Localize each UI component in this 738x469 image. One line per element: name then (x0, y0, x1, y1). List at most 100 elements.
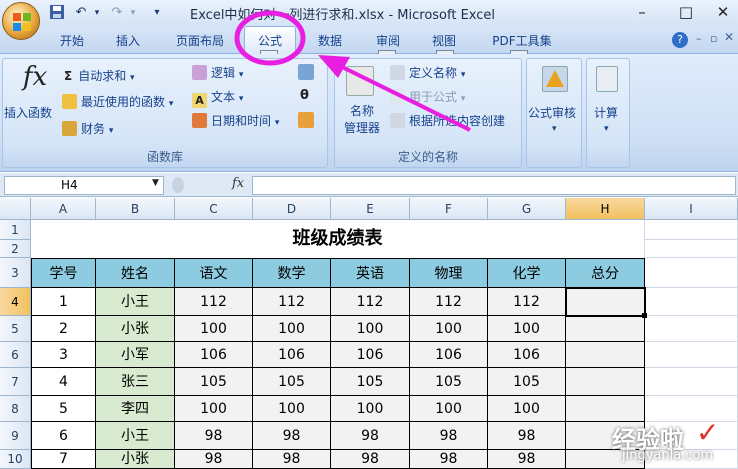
table-cell[interactable]: 112 (253, 288, 331, 316)
table-cell[interactable]: 100 (488, 396, 566, 422)
table-cell[interactable]: 7 (31, 450, 96, 469)
create-from-selection-button[interactable]: 根据所选内容创建 (390, 112, 505, 129)
table-cell[interactable] (566, 342, 645, 368)
column-header-f[interactable]: F (410, 198, 488, 220)
autosum-button[interactable]: Σ 自动求和 ▾ (64, 67, 135, 84)
column-header-a[interactable]: A (31, 198, 96, 220)
table-cell[interactable]: 李四 (96, 396, 175, 422)
table-cell[interactable]: 98 (253, 422, 331, 450)
formula-auditing-button[interactable]: 公式审核 (528, 104, 576, 121)
table-cell[interactable]: 106 (488, 342, 566, 368)
table-cell[interactable]: 2 (31, 316, 96, 342)
datetime-button[interactable]: 日期和时间 ▾ (192, 112, 279, 129)
ribbon-close-icon[interactable]: ✕ (724, 30, 734, 44)
table-cell[interactable]: 4 (31, 368, 96, 396)
office-button[interactable] (2, 2, 40, 40)
column-header-g[interactable]: G (488, 198, 566, 220)
column-header-d[interactable]: D (253, 198, 331, 220)
empty-cell[interactable] (645, 220, 738, 240)
empty-cell[interactable] (645, 368, 738, 396)
table-cell[interactable]: 6 (31, 422, 96, 450)
row-header-6[interactable]: 6 (0, 342, 31, 368)
table-cell[interactable]: 106 (175, 342, 253, 368)
table-cell[interactable]: 98 (175, 422, 253, 450)
table-cell[interactable]: 106 (410, 342, 488, 368)
table-cell[interactable]: 98 (331, 422, 410, 450)
table-cell[interactable]: 小张 (96, 450, 175, 469)
redo-dropdown-icon[interactable]: ▾ (124, 4, 142, 22)
name-box[interactable]: H4 (4, 176, 164, 195)
table-cell[interactable]: 105 (175, 368, 253, 396)
row-header-4[interactable]: 4 (0, 288, 31, 316)
table-cell[interactable]: 105 (410, 368, 488, 396)
math-trig-icon[interactable]: θ (300, 88, 314, 104)
minimize-button[interactable]: – (622, 1, 662, 23)
tab-view[interactable]: 视图 (422, 30, 466, 52)
tab-home[interactable]: 开始 (50, 30, 94, 52)
table-cell[interactable]: 98 (331, 450, 410, 469)
column-header-c[interactable]: C (175, 198, 253, 220)
table-cell[interactable]: 112 (488, 288, 566, 316)
sheet-title[interactable]: 班级成绩表 (31, 220, 645, 258)
name-manager-button[interactable]: 名称 管理器 (344, 103, 380, 137)
fill-handle[interactable] (642, 313, 647, 318)
tab-pdf-tools[interactable]: PDF工具集 (484, 30, 560, 52)
table-cell[interactable]: 100 (410, 316, 488, 342)
more-functions-icon[interactable] (298, 112, 314, 128)
table-cell[interactable] (566, 396, 645, 422)
restore-button[interactable]: □ (666, 1, 706, 23)
table-cell[interactable]: 112 (331, 288, 410, 316)
row-header-2[interactable]: 2 (0, 240, 31, 258)
save-icon[interactable] (48, 4, 66, 22)
table-cell[interactable]: 98 (410, 422, 488, 450)
table-cell[interactable]: 5 (31, 396, 96, 422)
name-box-dropdown-icon[interactable]: ▼ (152, 178, 159, 188)
table-cell[interactable]: 100 (410, 396, 488, 422)
define-name-button[interactable]: 定义名称 ▾ (390, 64, 465, 81)
customize-toolbar-icon[interactable]: ▾ (148, 4, 166, 22)
empty-cell[interactable] (645, 288, 738, 316)
insert-function-button[interactable]: 插入函数 (4, 104, 52, 121)
table-cell[interactable]: 105 (488, 368, 566, 396)
header-cell[interactable]: 数学 (253, 258, 331, 288)
table-cell[interactable]: 小王 (96, 288, 175, 316)
tab-page-layout[interactable]: 页面布局 (168, 30, 232, 52)
formula-bar-toggle-icon[interactable] (172, 177, 184, 193)
table-cell[interactable]: 小军 (96, 342, 175, 368)
use-in-formula-button[interactable]: 用于公式 ▾ (390, 88, 465, 105)
row-header-5[interactable]: 5 (0, 316, 31, 342)
table-cell[interactable]: 小王 (96, 422, 175, 450)
select-all-corner[interactable] (0, 198, 31, 220)
table-cell[interactable]: 张三 (96, 368, 175, 396)
table-cell[interactable]: 100 (488, 316, 566, 342)
table-cell[interactable]: 1 (31, 288, 96, 316)
table-cell[interactable]: 100 (253, 316, 331, 342)
column-header-h[interactable]: H (566, 198, 645, 220)
empty-cell[interactable] (645, 342, 738, 368)
row-header-7[interactable]: 7 (0, 368, 31, 396)
table-cell[interactable]: 100 (331, 316, 410, 342)
header-cell[interactable]: 语文 (175, 258, 253, 288)
header-cell[interactable]: 化学 (488, 258, 566, 288)
financial-button[interactable]: 财务 ▾ (62, 120, 113, 137)
tab-data[interactable]: 数据 (308, 30, 352, 52)
undo-dropdown-icon[interactable]: ▾ (88, 4, 106, 22)
table-cell[interactable]: 98 (175, 450, 253, 469)
table-cell[interactable]: 98 (253, 450, 331, 469)
table-cell[interactable]: 105 (331, 368, 410, 396)
row-header-3[interactable]: 3 (0, 258, 31, 288)
table-cell[interactable]: 112 (175, 288, 253, 316)
text-button[interactable]: A 文本 ▾ (192, 88, 243, 108)
empty-cell[interactable] (645, 240, 738, 258)
empty-cell[interactable] (645, 316, 738, 342)
insert-function-fx-icon[interactable]: fx (232, 176, 244, 191)
ribbon-restore-icon[interactable]: ▫ (710, 32, 717, 45)
help-icon[interactable]: ? (672, 32, 688, 48)
table-cell[interactable]: 106 (331, 342, 410, 368)
table-cell[interactable]: 100 (175, 316, 253, 342)
logical-button[interactable]: 逻辑 ▾ (192, 64, 243, 81)
table-cell[interactable] (566, 368, 645, 396)
table-cell[interactable]: 小张 (96, 316, 175, 342)
formula-auditing-dropdown-icon[interactable]: ▾ (552, 124, 557, 134)
row-header-10[interactable]: 10 (0, 450, 31, 469)
